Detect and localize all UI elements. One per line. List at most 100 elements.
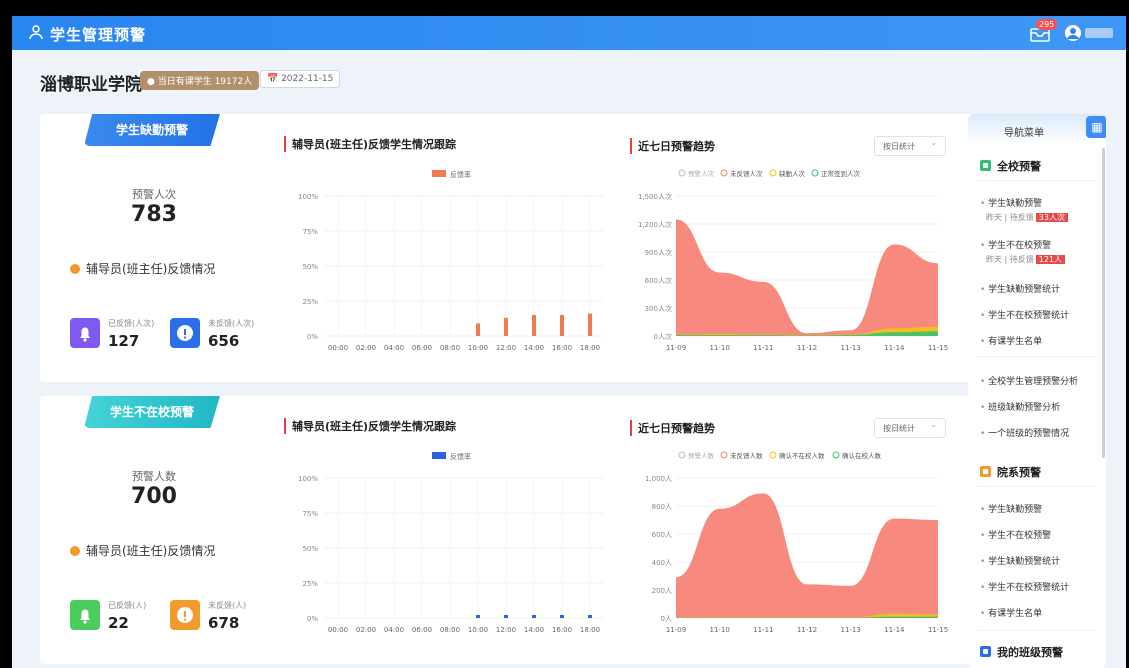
avatar-icon[interactable] [1064, 24, 1082, 42]
bell-icon [70, 600, 100, 630]
legend-marker [769, 169, 777, 177]
bar [588, 313, 592, 336]
nav-group-department[interactable]: 院系预警 [980, 464, 1041, 480]
x-tick-label: 10:00 [468, 344, 488, 352]
x-tick-label: 04:00 [384, 626, 404, 634]
nav-item-sub: 昨天 | 待反馈 33人次 [986, 212, 1068, 223]
nav-item[interactable]: 学生缺勤预警 [980, 196, 1042, 209]
nav-item[interactable]: 全校学生管理预警分析 [980, 374, 1078, 387]
stat-label: 未反馈(人) [208, 601, 247, 610]
y-tick-label: 0% [307, 615, 318, 623]
x-tick-label: 18:00 [580, 344, 600, 352]
bar [476, 323, 480, 336]
trend-chart: 预警人数 未反馈人数 确认不在校人数 确认在校人数 0人 200人 400人 600人 800人… [645, 451, 948, 634]
nav-sub-text: 昨天 | 待反馈 [986, 255, 1034, 264]
absent-from-school-panel: 学生不在校预警 预警人数 700 辅导员(班主任)反馈情况 已反馈(人) 22 … [40, 396, 984, 664]
y-tick-label: 100% [298, 475, 318, 483]
bar [476, 615, 480, 618]
stat-label: 未反馈(人次) [208, 319, 255, 328]
x-tick-label: 11-10 [709, 626, 729, 634]
bar-chart: 反馈率 0% 25% 50% 75% 100% 00:00 02:00 04:00 06:00 08… [298, 452, 604, 634]
scrollbar[interactable] [1102, 148, 1105, 458]
bell-icon [70, 318, 100, 348]
x-tick-label: 14:00 [524, 626, 544, 634]
date-picker[interactable]: 📅 2022-11-15 [260, 70, 341, 88]
nav-title: 导航菜单 [1004, 128, 1044, 139]
bar-chart-title: 辅导员(班主任)反馈学生情况跟踪 [284, 418, 456, 434]
absence-warning-panel: 学生缺勤预警 预警人次 783 辅导员(班主任)反馈情况 已反馈(人次) 127… [40, 114, 984, 382]
stat-label: 已反馈(人) [108, 601, 147, 610]
x-tick-label: 14:00 [524, 344, 544, 352]
y-tick-label: 0人次 [654, 332, 672, 341]
nav-group-school[interactable]: 全校预警 [980, 158, 1041, 174]
bar [504, 615, 508, 618]
nav-item-sub: 昨天 | 待反馈 121人 [986, 254, 1066, 265]
nav-item[interactable]: 学生不在校预警统计 [980, 308, 1069, 321]
nav-item[interactable]: 有课学生名单 [980, 334, 1042, 347]
app-frame: 学生管理预警 295 淄博职业学院 ● 当日有课学生 19172人 📅 2022… [12, 16, 1126, 668]
nav-item[interactable]: 学生不在校预警 [980, 528, 1051, 541]
nav-item[interactable]: 有课学生名单 [980, 606, 1042, 619]
x-tick-label: 11-10 [709, 344, 729, 352]
panel-tab[interactable]: 学生缺勤预警 [84, 114, 220, 146]
y-tick-label: 50% [302, 263, 318, 271]
legend-marker [811, 169, 819, 177]
grid-icon[interactable]: ▦ [1086, 116, 1106, 138]
pending-badge: 33人次 [1035, 213, 1068, 222]
stat-mode-select[interactable]: 按日统计 [874, 136, 946, 156]
x-tick-label: 11-15 [928, 626, 948, 634]
legend-label: 正常签到人次 [821, 169, 861, 178]
y-tick-label: 75% [302, 228, 318, 236]
bar [588, 615, 592, 618]
y-tick-label: 800人 [652, 503, 672, 511]
legend-label: 确认不在校人数 [779, 451, 825, 460]
bar-chart-title: 辅导员(班主任)反馈学生情况跟踪 [284, 136, 456, 152]
legend-label: 反馈率 [450, 170, 471, 179]
divider [978, 630, 1096, 631]
user-name[interactable] [1085, 28, 1113, 38]
bar [532, 315, 536, 336]
nav-item[interactable]: 学生不在校预警 [980, 238, 1051, 251]
x-tick-label: 12:00 [496, 626, 516, 634]
nav-item[interactable]: 学生不在校预警统计 [980, 580, 1069, 593]
stat-mode-select[interactable]: 按日统计 [874, 418, 946, 438]
info-icon [170, 318, 200, 348]
nav-item[interactable]: 学生缺勤预警统计 [980, 282, 1060, 295]
info-icon [170, 600, 200, 630]
y-tick-label: 50% [302, 545, 318, 553]
y-tick-label: 400人 [652, 559, 672, 567]
panel-tab[interactable]: 学生不在校预警 [84, 396, 220, 428]
x-tick-label: 08:00 [440, 626, 460, 634]
area-series [676, 219, 938, 336]
stat-label: 已反馈(人次) [108, 319, 155, 328]
nav-item[interactable]: 一个班级的预警情况 [980, 426, 1069, 439]
feedback-title: 辅导员(班主任)反馈情况 [70, 542, 215, 559]
class-icon [980, 646, 991, 657]
x-tick-label: 11-13 [840, 626, 860, 634]
legend-marker [678, 451, 686, 459]
y-tick-label: 1,000人 [645, 475, 672, 483]
nav-group-my-class[interactable]: 我的班级预警 [980, 644, 1063, 660]
legend-label: 未反馈人数 [730, 451, 763, 460]
y-tick-label: 25% [302, 298, 318, 306]
divider [978, 486, 1096, 487]
bar [504, 317, 508, 336]
legend-label: 缺勤人次 [779, 169, 806, 178]
nav-group-label: 院系预警 [997, 466, 1041, 479]
bar [560, 615, 564, 618]
nav-item[interactable]: 学生缺勤预警统计 [980, 554, 1060, 567]
user-icon [29, 25, 43, 40]
x-tick-label: 12:00 [496, 344, 516, 352]
y-tick-label: 900人次 [645, 248, 672, 257]
legend-label: 预警人次 [688, 169, 715, 178]
nav-item[interactable]: 班级缺勤预警分析 [980, 400, 1060, 413]
nav-item[interactable]: 学生缺勤预警 [980, 502, 1042, 515]
stat-value: 22 [108, 614, 129, 632]
x-tick-label: 06:00 [412, 626, 432, 634]
check-icon [70, 546, 80, 556]
nav-group-label: 全校预警 [997, 160, 1041, 173]
feedback-title: 辅导员(班主任)反馈情况 [70, 260, 215, 277]
stat-value: 127 [108, 332, 140, 350]
x-tick-label: 16:00 [552, 344, 572, 352]
y-tick-label: 300人次 [645, 304, 672, 313]
